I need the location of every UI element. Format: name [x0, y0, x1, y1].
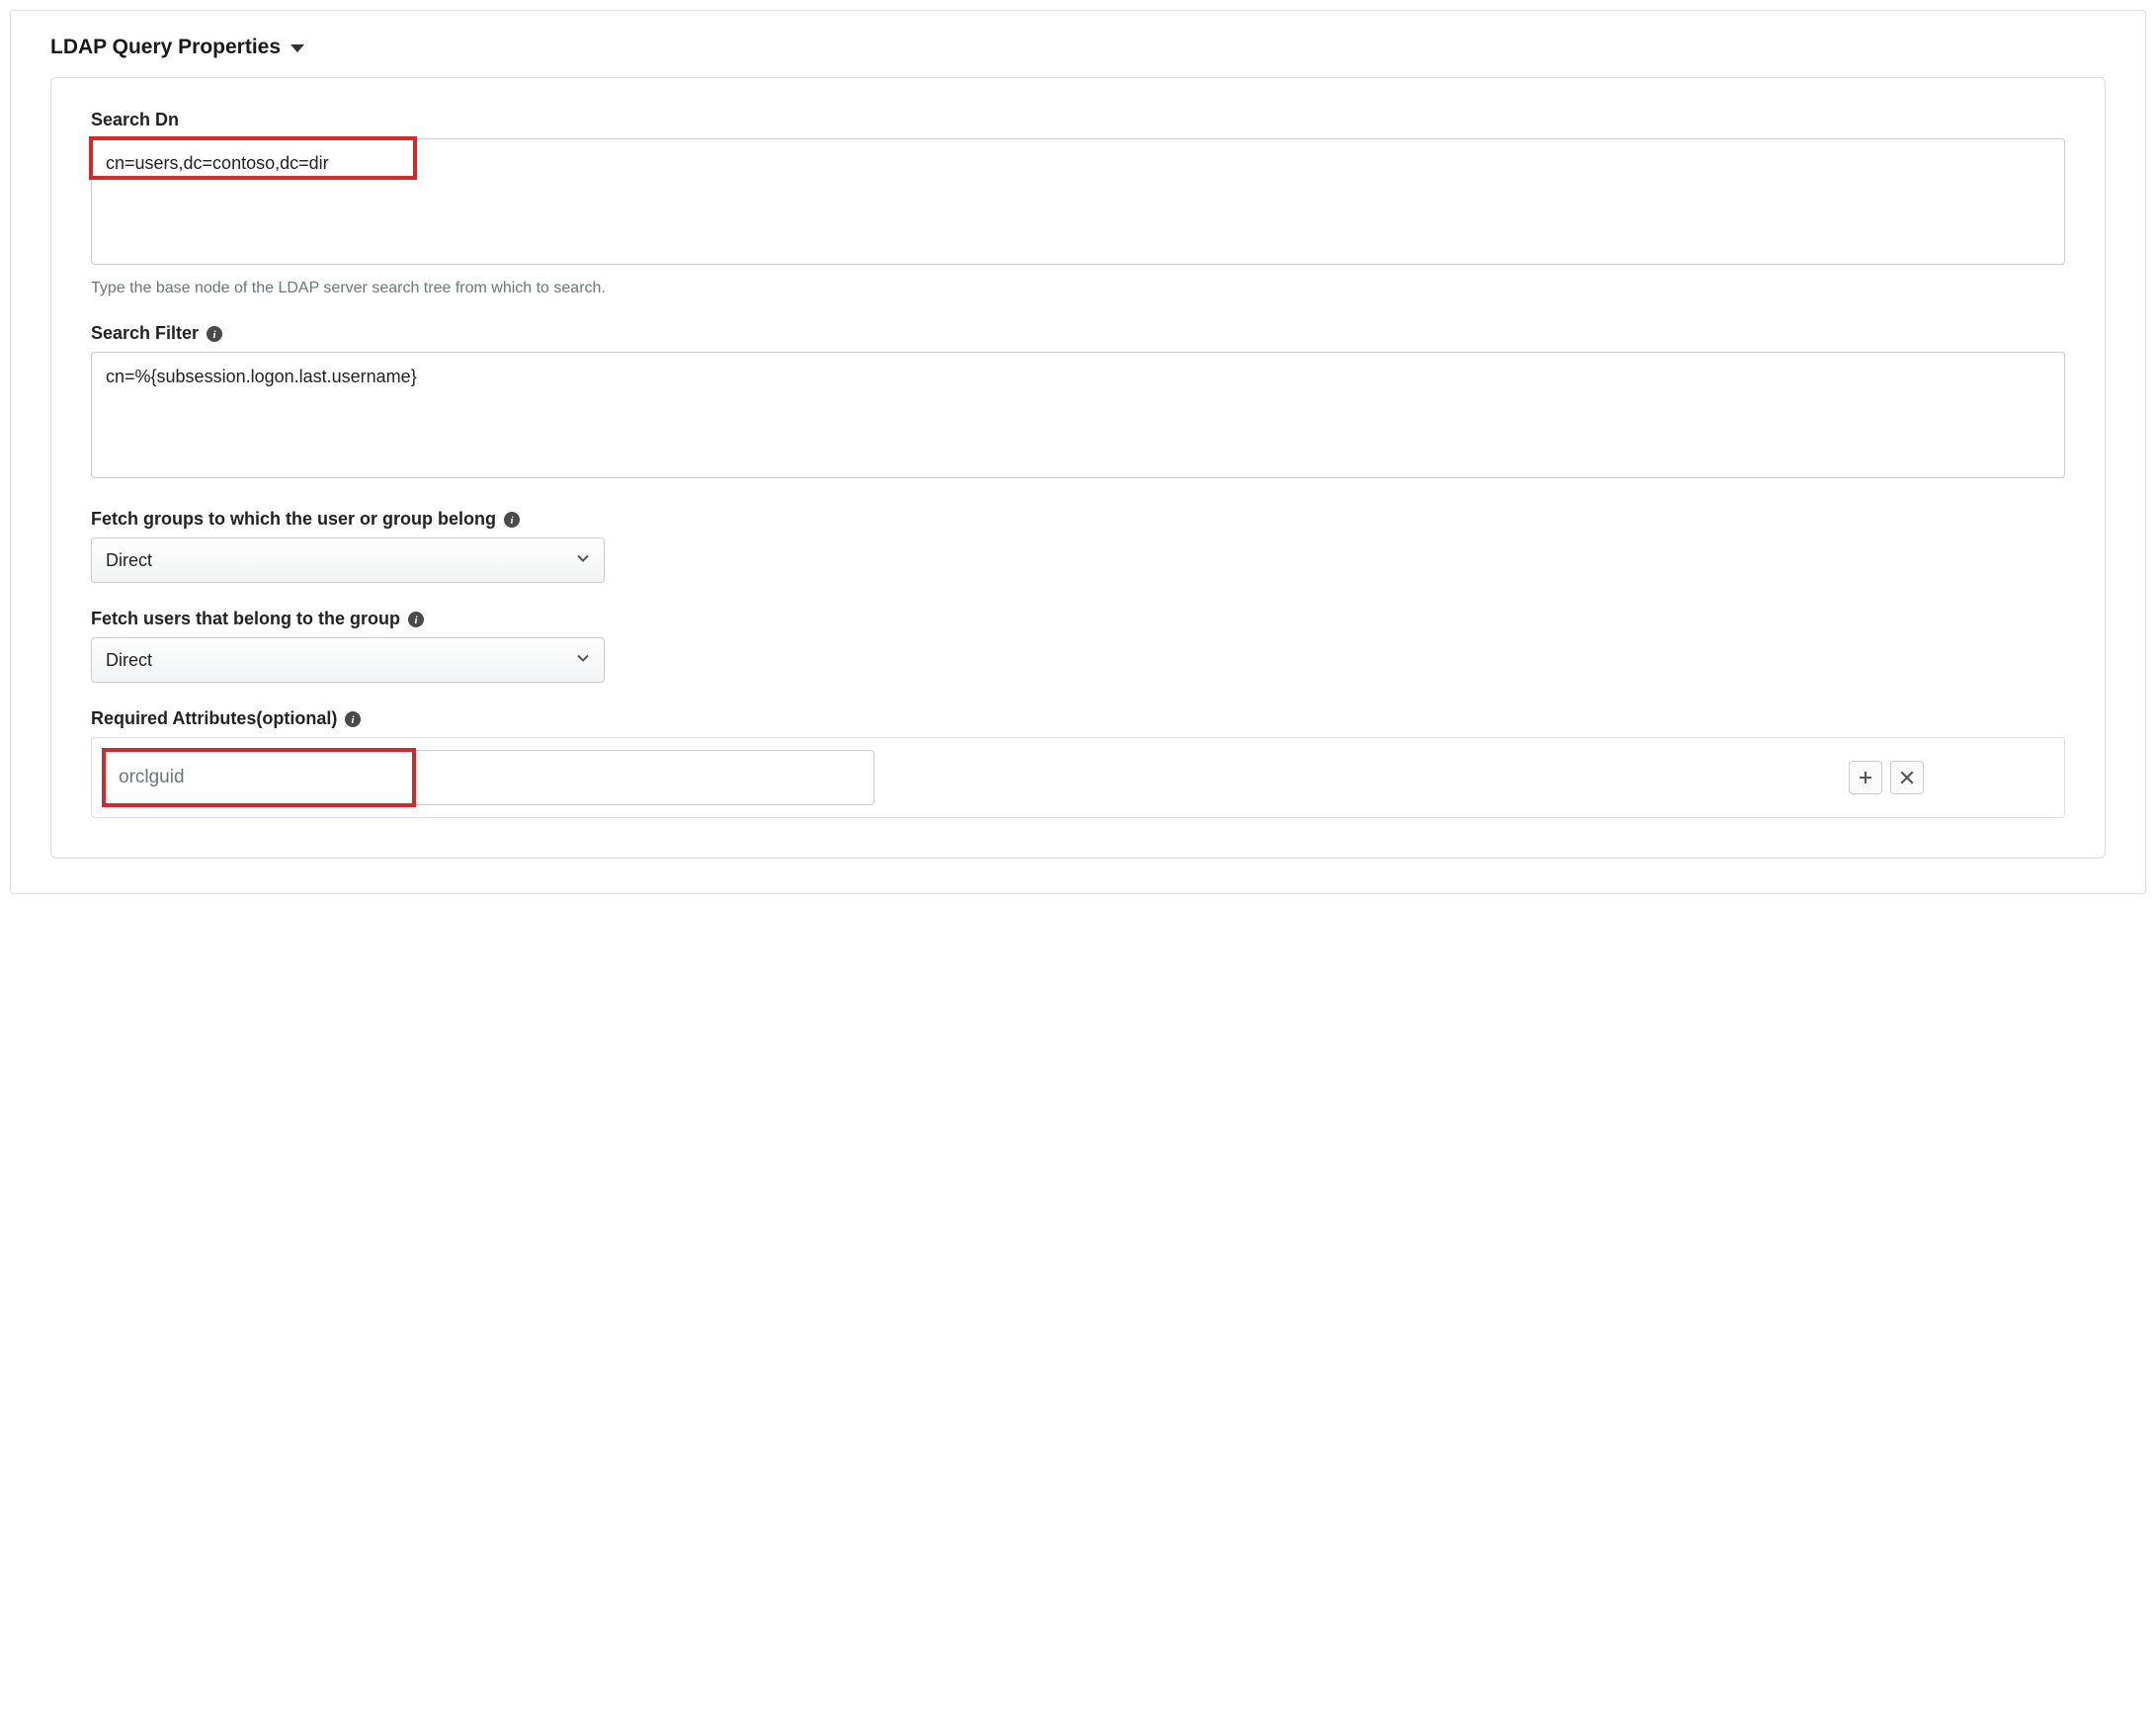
info-icon[interactable]: i: [408, 612, 424, 627]
required-attrs-input[interactable]: [104, 750, 874, 805]
properties-panel: Search Dn Type the base node of the LDAP…: [50, 77, 2106, 859]
required-attrs-row: [91, 737, 2065, 818]
fetch-users-select[interactable]: Direct: [91, 637, 605, 683]
field-fetch-groups: Fetch groups to which the user or group …: [91, 509, 2065, 583]
remove-attribute-button[interactable]: [1890, 761, 1924, 794]
section-header[interactable]: LDAP Query Properties: [50, 36, 2106, 59]
info-icon[interactable]: i: [207, 326, 222, 342]
info-icon[interactable]: i: [345, 711, 361, 727]
info-icon[interactable]: i: [504, 512, 520, 528]
field-search-filter: Search Filter i: [91, 323, 2065, 483]
field-required-attrs: Required Attributes(optional) i: [91, 708, 2065, 818]
caret-down-icon: [290, 44, 304, 52]
field-search-dn: Search Dn Type the base node of the LDAP…: [91, 110, 2065, 297]
field-fetch-users: Fetch users that belong to the group i D…: [91, 609, 2065, 683]
required-attrs-label: Required Attributes(optional): [91, 708, 337, 729]
fetch-groups-label: Fetch groups to which the user or group …: [91, 509, 496, 530]
fetch-groups-select[interactable]: Direct: [91, 537, 605, 583]
search-filter-input[interactable]: [91, 352, 2065, 478]
fetch-users-value: Direct: [106, 650, 152, 671]
outer-frame: LDAP Query Properties Search Dn Type the…: [10, 10, 2146, 894]
search-dn-help: Type the base node of the LDAP server se…: [91, 280, 2065, 297]
search-dn-label: Search Dn: [91, 110, 2065, 130]
add-attribute-button[interactable]: [1849, 761, 1882, 794]
search-filter-label: Search Filter: [91, 323, 199, 344]
fetch-groups-value: Direct: [106, 550, 152, 571]
fetch-users-label: Fetch users that belong to the group: [91, 609, 400, 629]
section-title: LDAP Query Properties: [50, 36, 281, 59]
search-dn-input[interactable]: [91, 138, 2065, 265]
